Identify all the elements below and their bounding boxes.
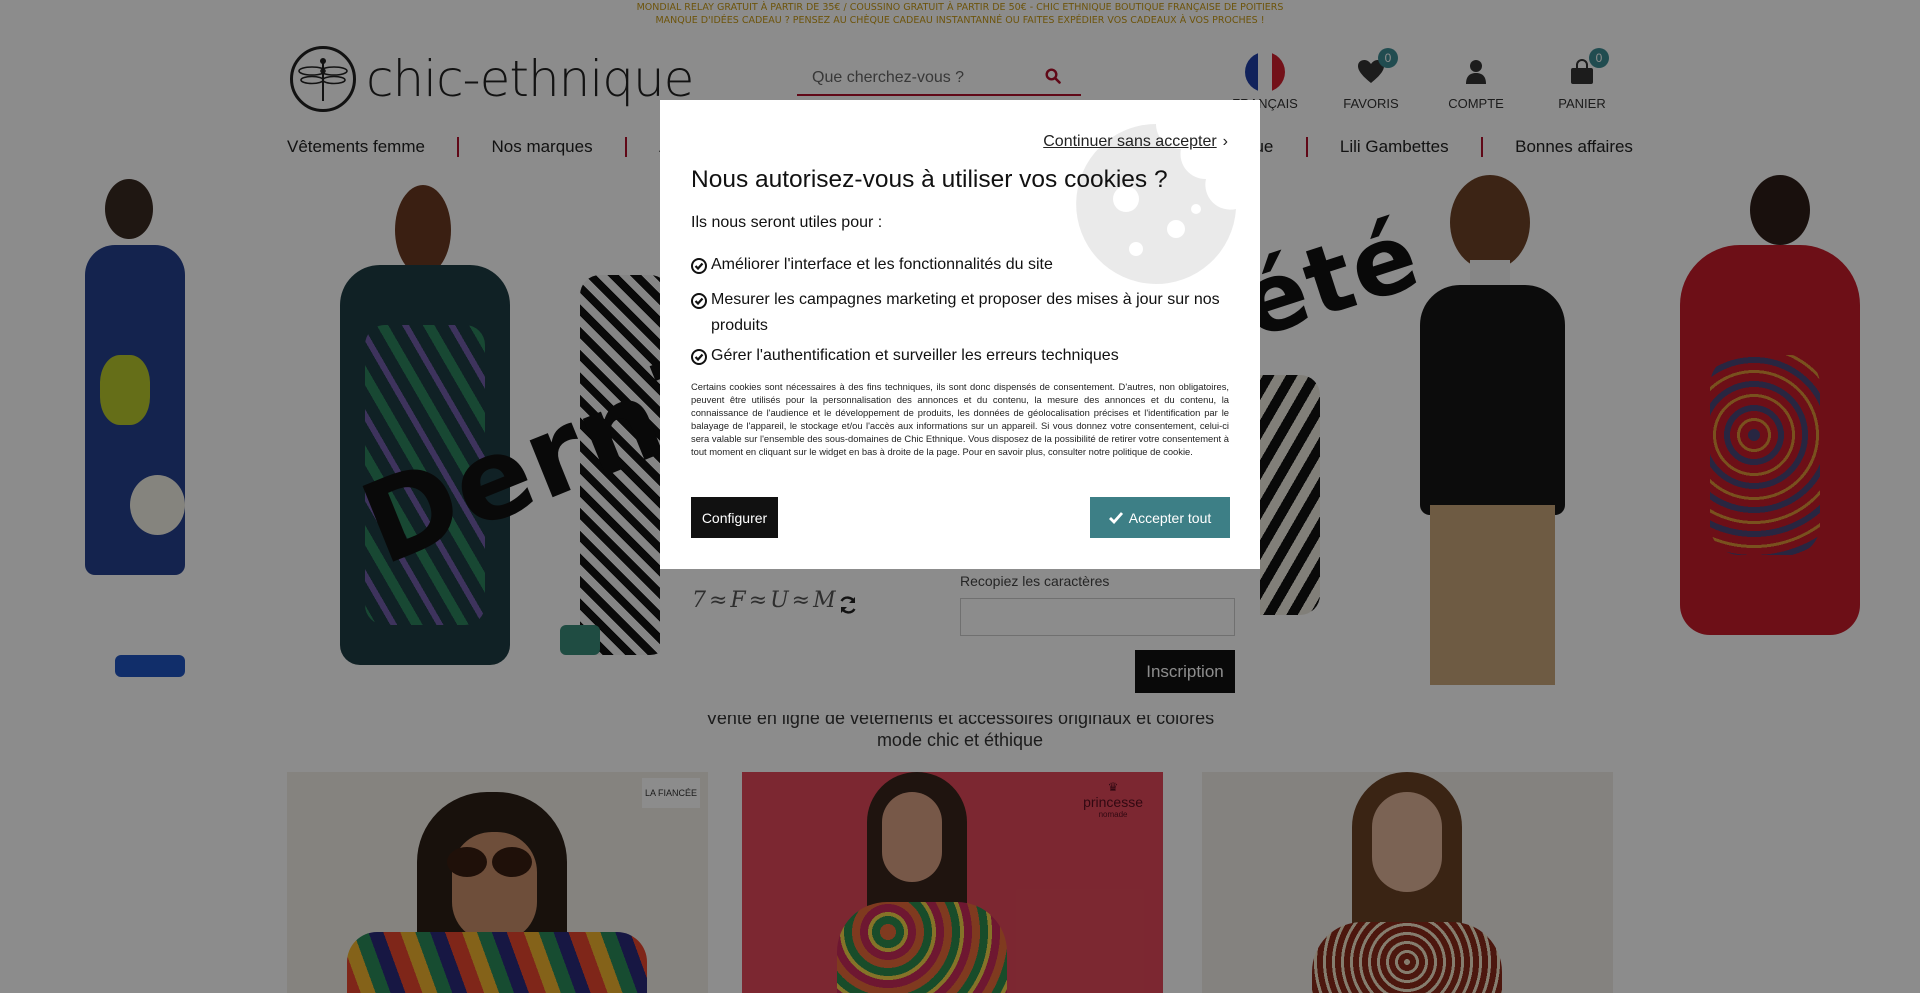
- benefit-text: Gérer l'authentification et surveiller l…: [711, 347, 1119, 364]
- chevron-right-icon: ›: [1222, 133, 1228, 150]
- continue-without-accepting-label: Continuer sans accepter: [1043, 133, 1217, 150]
- list-item: Mesurer les campagnes marketing et propo…: [691, 287, 1231, 339]
- benefit-text: Mesurer les campagnes marketing et propo…: [711, 291, 1220, 334]
- configure-button[interactable]: Configurer: [691, 497, 778, 538]
- cookie-benefits-list: Améliorer l'interface et les fonctionnal…: [691, 252, 1231, 378]
- check-circle-icon: [691, 348, 711, 374]
- check-icon: [1108, 511, 1123, 524]
- cookie-modal-title: Nous autorisez-vous à utiliser vos cooki…: [691, 166, 1168, 193]
- list-item: Améliorer l'interface et les fonctionnal…: [691, 252, 1231, 283]
- accept-all-button[interactable]: Accepter tout: [1090, 497, 1230, 538]
- cookie-legal-text: Certains cookies sont nécessaires à des …: [691, 381, 1229, 457]
- check-circle-icon: [691, 292, 711, 318]
- continue-without-accepting-link[interactable]: Continuer sans accepter ›: [1043, 133, 1228, 151]
- check-circle-icon: [691, 257, 711, 283]
- list-item: Gérer l'authentification et surveiller l…: [691, 343, 1231, 374]
- benefit-text: Améliorer l'interface et les fonctionnal…: [711, 256, 1053, 273]
- cookie-modal-intro: Ils nous seront utiles pour :: [691, 214, 883, 231]
- accept-all-label: Accepter tout: [1128, 509, 1212, 526]
- cookie-consent-modal: Continuer sans accepter › Nous autorisez-…: [660, 100, 1260, 569]
